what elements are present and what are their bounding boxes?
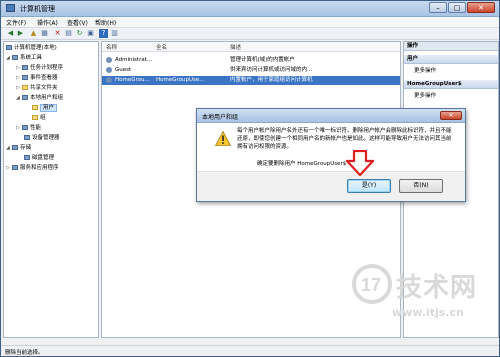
warning-icon — [215, 131, 231, 146]
menu-help[interactable]: 帮助(H) — [95, 18, 116, 27]
tree-shared-folders[interactable]: ▷ 共享文件夹 — [16, 84, 58, 92]
dialog-confirm-text: 确定要删除用户 HomeGroupUser$ 吗? — [257, 161, 357, 167]
user-icon — [106, 57, 112, 63]
tools-icon — [12, 55, 18, 60]
actions-title: 操作 — [404, 42, 498, 51]
delete-icon[interactable]: ✕ — [53, 29, 62, 38]
status-text: 删除当前选择。 — [5, 350, 44, 356]
watermark-17-icon: 17 — [352, 264, 392, 304]
folder-icon — [32, 115, 38, 120]
more-actions-users[interactable]: 更多操作 — [414, 67, 436, 75]
navigation-tree: 计算机管理(本地) ◢ 系统工具 ▷ 任务计划程序 ▷ 事件查看器 ▷ 共享文件夹 ◢ 本… — [3, 41, 99, 338]
tree-device-manager[interactable]: 设备管理器 — [24, 134, 60, 142]
dialog-title-bar: 本地用户和组 ✕ — [197, 109, 465, 123]
dialog-message: 每个用户帐户除用户名外还有一个唯一标识符。删除用户帐户会删除此标识符，并且不能还… — [237, 128, 452, 150]
users-icon — [22, 95, 28, 100]
dialog-body: 每个用户帐户除用户名外还有一个唯一标识符。删除用户帐户会删除此标识符，并且不能还… — [197, 123, 465, 173]
computer-management-icon — [6, 4, 15, 12]
list-row-selected[interactable]: HomeGrou... HomeGroupUse... 内置帐户，用于家庭组访问… — [102, 76, 400, 85]
more-actions-homegroupuser[interactable]: 更多操作 — [414, 92, 436, 100]
title-bar: 计算机管理 – □ ✕ — [1, 1, 499, 17]
actions-section-users[interactable]: 用户 — [404, 55, 498, 64]
performance-icon — [22, 125, 28, 130]
svg-text:17: 17 — [361, 275, 381, 295]
tree-storage[interactable]: ◢ 存储 — [6, 144, 31, 152]
list-row[interactable]: Guest 供来宾访问计算机或访问域的内... — [102, 66, 400, 75]
column-fullname[interactable]: 全名 — [156, 43, 167, 51]
tree-users[interactable]: 用户 — [32, 104, 58, 112]
column-description[interactable]: 描述 — [230, 43, 241, 51]
folder-icon — [32, 105, 38, 110]
refresh-icon[interactable]: ↻ — [75, 29, 84, 38]
tree-event-viewer[interactable]: ▷ 事件查看器 — [16, 74, 58, 82]
watermark-text: 技术网 — [396, 273, 478, 303]
column-name[interactable]: 名称 — [106, 43, 117, 51]
watermark-url: www.itjs.cn — [392, 306, 464, 319]
status-bar: 删除当前选择。 — [1, 345, 499, 356]
event-viewer-icon — [22, 75, 28, 80]
clock-icon — [22, 65, 28, 70]
export-icon[interactable]: ▣ — [86, 29, 95, 38]
dialog-title: 本地用户和组 — [202, 114, 239, 121]
computer-icon — [6, 45, 12, 50]
menu-action[interactable]: 操作(A) — [37, 18, 58, 27]
tree-local-users-groups[interactable]: ◢ 本地用户和组 — [16, 94, 63, 102]
minimize-button[interactable]: – — [429, 2, 447, 13]
help-topics-icon[interactable]: ▥ — [110, 29, 119, 38]
watermark-logo: 17 技术网 www.itjs.cn — [352, 262, 492, 332]
actions-section-homegroupuser[interactable]: HomeGroupUser$ — [404, 80, 498, 89]
device-manager-icon — [24, 135, 30, 140]
user-icon — [106, 77, 112, 83]
menu-file[interactable]: 文件(F) — [6, 18, 26, 27]
user-icon — [106, 67, 112, 73]
yes-button[interactable]: 是(Y) — [347, 179, 391, 193]
properties-icon[interactable]: ▤ — [64, 29, 73, 38]
dialog-close-button[interactable]: ✕ — [440, 111, 462, 120]
show-tree-icon[interactable]: ▦ — [40, 29, 49, 38]
tree-task-scheduler[interactable]: ▷ 任务计划程序 — [16, 64, 63, 72]
menu-view[interactable]: 查看(V) — [67, 18, 88, 27]
tree-root[interactable]: 计算机管理(本地) — [6, 44, 57, 52]
delete-user-dialog: 本地用户和组 ✕ 每个用户帐户除用户名外还有一个唯一标识符。删除用户帐户会删除此… — [196, 108, 466, 202]
list-header: 名称 全名 描述 — [102, 42, 400, 52]
close-button[interactable]: ✕ — [467, 2, 495, 13]
tree-groups[interactable]: 组 — [32, 114, 46, 122]
tree-performance[interactable]: ▷ 性能 — [16, 124, 41, 132]
storage-icon — [12, 145, 18, 150]
help-icon[interactable]: ? — [99, 29, 108, 38]
back-icon[interactable]: ◀ — [6, 29, 15, 38]
up-icon[interactable]: ▲ — [29, 29, 38, 38]
shared-folder-icon — [22, 85, 28, 90]
menu-bar: 文件(F) 操作(A) 查看(V) 帮助(H) — [1, 17, 499, 28]
forward-icon[interactable]: ▶ — [16, 29, 25, 38]
maximize-button[interactable]: □ — [448, 2, 466, 13]
services-icon — [12, 165, 18, 170]
no-button[interactable]: 否(N) — [399, 179, 443, 193]
window-title: 计算机管理 — [20, 5, 55, 13]
list-row[interactable]: Administrat... 管理计算机(域)的内置帐户 — [102, 56, 400, 65]
tree-system-tools[interactable]: ◢ 系统工具 — [6, 54, 42, 62]
tree-services-apps[interactable]: ▷ 服务和应用程序 — [6, 164, 59, 172]
tree-disk-management[interactable]: 磁盘管理 — [24, 154, 54, 162]
red-arrow-annotation — [345, 150, 375, 176]
disk-icon — [24, 155, 30, 160]
dialog-footer: 是(Y) 否(N) — [197, 171, 465, 201]
toolbar: ◀ ▶ ▲ ▦ ✕ ▤ ↻ ▣ ? ▥ — [1, 28, 499, 40]
